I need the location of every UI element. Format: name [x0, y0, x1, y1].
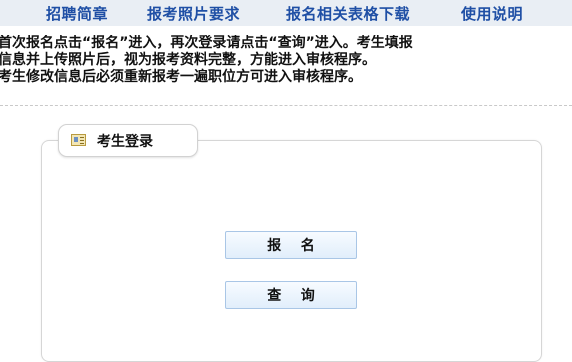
- nav-link-photo-requirements[interactable]: 报考照片要求: [147, 3, 240, 24]
- dashed-divider: [0, 105, 572, 106]
- nav-link-form-downloads[interactable]: 报名相关表格下载: [286, 3, 410, 24]
- nav-link-usage-guide[interactable]: 使用说明: [461, 3, 523, 24]
- login-panel-title: 考生登录: [97, 134, 153, 150]
- notice-line: 首次报名点击“报名”进入，再次登录请点击“查询”进入。考生填报: [0, 35, 413, 51]
- notice-line: 考生修改信息后必须重新报考一遍职位方可进入审核程序。: [0, 69, 362, 85]
- id-card-icon: [71, 134, 86, 146]
- login-panel-header: 考生登录: [58, 124, 198, 157]
- apply-button[interactable]: 报 名: [225, 231, 357, 259]
- registration-notice: 首次报名点击“报名”进入，再次登录请点击“查询”进入。考生填报 信息并上传照片后…: [0, 35, 572, 86]
- query-button[interactable]: 查 询: [225, 281, 357, 309]
- notice-line: 信息并上传照片后，视为报考资料完整，方能进入审核程序。: [0, 52, 376, 68]
- top-nav: 招聘简章 报考照片要求 报名相关表格下载 使用说明: [0, 0, 572, 26]
- nav-link-recruitment-brochure[interactable]: 招聘简章: [46, 3, 108, 24]
